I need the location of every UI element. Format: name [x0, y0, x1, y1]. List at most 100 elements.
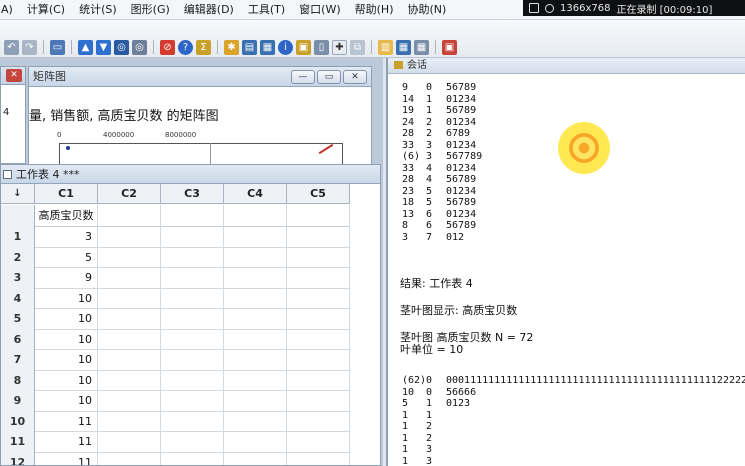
table-cell[interactable]	[98, 268, 161, 289]
table-cell[interactable]	[161, 227, 224, 248]
menu-item-stat[interactable]: 统计(S)	[72, 0, 124, 20]
table-cell[interactable]	[224, 247, 287, 268]
row-header[interactable]: 2	[1, 247, 35, 268]
worksheet-titlebar[interactable]: 工作表 4 ***	[1, 165, 380, 184]
table-cell[interactable]	[161, 309, 224, 330]
table-cell[interactable]	[224, 329, 287, 350]
column-name-c2[interactable]	[98, 205, 161, 227]
layout-icon[interactable]: ▦	[260, 39, 275, 55]
table-cell[interactable]	[98, 370, 161, 391]
table-cell[interactable]	[161, 288, 224, 309]
new-graph-icon[interactable]: ✱	[224, 39, 239, 55]
worksheet-window[interactable]: 工作表 4 *** ↓ C1 C2 C3 C4 C5 高质宝贝数 1325394…	[0, 164, 381, 466]
session-window-icon[interactable]: ▭	[50, 39, 65, 55]
column-header-c4[interactable]: C4	[224, 184, 287, 204]
session-titlebar[interactable]: 会话	[388, 58, 745, 74]
find-next-icon[interactable]: ◎	[132, 39, 147, 55]
column-name-c3[interactable]	[161, 205, 224, 227]
table-cell[interactable]	[287, 247, 350, 268]
minimized-window[interactable]: ✕ 4	[0, 66, 26, 164]
table-cell[interactable]	[287, 268, 350, 289]
table-cell[interactable]	[287, 329, 350, 350]
arrow-up-icon[interactable]: ▲	[78, 39, 93, 55]
worksheet-icon[interactable]: ▦	[396, 39, 411, 55]
matrix-plot-window[interactable]: 矩阵图 — ▭ ✕ 量, 销售额, 高质宝贝数 的矩阵图 0 4000000 8…	[28, 66, 372, 166]
row-header[interactable]: 6	[1, 329, 35, 350]
grid-icon[interactable]: ▦	[414, 39, 429, 55]
menu-item-tools[interactable]: 工具(T)	[241, 0, 292, 20]
column-name-c4[interactable]	[224, 205, 287, 227]
table-cell[interactable]	[161, 329, 224, 350]
row-header[interactable]: 4	[1, 288, 35, 309]
table-cell[interactable]	[161, 370, 224, 391]
table-cell[interactable]: 5	[35, 247, 98, 268]
menu-item-help[interactable]: 帮助(H)	[348, 0, 401, 20]
stacked-windows-icon[interactable]: ▤	[242, 39, 257, 55]
table-cell[interactable]: 10	[35, 370, 98, 391]
table-cell[interactable]: 10	[35, 288, 98, 309]
table-cell[interactable]	[98, 309, 161, 330]
table-cell[interactable]	[161, 350, 224, 371]
column-header-c3[interactable]: C3	[161, 184, 224, 204]
table-cell[interactable]	[161, 391, 224, 412]
table-cell[interactable]	[161, 247, 224, 268]
table-cell[interactable]	[98, 391, 161, 412]
minimized-window-titlebar[interactable]: ✕	[1, 67, 25, 85]
table-cell[interactable]	[287, 411, 350, 432]
close-icon[interactable]: ✕	[6, 69, 22, 82]
table-cell[interactable]: 10	[35, 350, 98, 371]
new-sheet-icon[interactable]: ✚	[332, 39, 347, 55]
window-icon[interactable]	[529, 3, 539, 13]
row-header[interactable]: 8	[1, 370, 35, 391]
row-header[interactable]: 9	[1, 391, 35, 412]
copy-icon[interactable]: ⧉	[350, 39, 365, 55]
table-cell[interactable]	[287, 227, 350, 248]
data-direction-arrow[interactable]: ↓	[1, 184, 35, 204]
table-cell[interactable]	[224, 268, 287, 289]
table-cell[interactable]	[287, 452, 350, 465]
table-cell[interactable]	[98, 432, 161, 453]
table-cell[interactable]	[98, 227, 161, 248]
redo-icon[interactable]: ↷	[22, 39, 37, 55]
table-cell[interactable]	[98, 350, 161, 371]
table-cell[interactable]: 11	[35, 452, 98, 465]
table-cell[interactable]	[224, 411, 287, 432]
table-cell[interactable]	[287, 309, 350, 330]
menu-item-window[interactable]: 窗口(W)	[292, 0, 347, 20]
table-cell[interactable]	[224, 350, 287, 371]
row-header[interactable]: 10	[1, 411, 35, 432]
table-cell[interactable]	[287, 288, 350, 309]
table-cell[interactable]: 11	[35, 411, 98, 432]
column-name-c5[interactable]	[287, 205, 350, 227]
table-cell[interactable]	[224, 309, 287, 330]
menu-item-editor[interactable]: 编辑器(D)	[177, 0, 241, 20]
table-cell[interactable]: 11	[35, 432, 98, 453]
table-cell[interactable]	[98, 247, 161, 268]
table-cell[interactable]	[224, 288, 287, 309]
info-icon[interactable]: i	[278, 39, 293, 55]
minimize-button[interactable]: —	[291, 70, 315, 84]
arrow-down-icon[interactable]: ▼	[96, 39, 111, 55]
row-header[interactable]: 5	[1, 309, 35, 330]
row-header[interactable]: 1	[1, 227, 35, 248]
help-icon[interactable]: ?	[178, 39, 193, 55]
column-header-c1[interactable]: C1	[35, 184, 98, 204]
table-cell[interactable]	[287, 432, 350, 453]
menu-item-assist[interactable]: 协助(N)	[400, 0, 453, 20]
table-cell[interactable]	[287, 391, 350, 412]
table-cell[interactable]	[224, 452, 287, 465]
find-icon[interactable]: ◎	[114, 39, 129, 55]
table-cell[interactable]	[287, 350, 350, 371]
table-cell[interactable]	[287, 370, 350, 391]
undo-icon[interactable]: ↶	[4, 39, 19, 55]
document-icon[interactable]: ▯	[314, 39, 329, 55]
close-all-icon[interactable]: ▣	[442, 39, 457, 55]
menu-item-partial[interactable]: A)	[0, 0, 20, 20]
menu-item-calc[interactable]: 计算(C)	[20, 0, 72, 20]
row-header[interactable]: 11	[1, 432, 35, 453]
row-header[interactable]: 3	[1, 268, 35, 289]
table-cell[interactable]	[98, 288, 161, 309]
column-name-c1[interactable]: 高质宝贝数	[35, 205, 98, 227]
cancel-icon[interactable]: ⊘	[160, 39, 175, 55]
sigma-icon[interactable]: Σ	[196, 39, 211, 55]
